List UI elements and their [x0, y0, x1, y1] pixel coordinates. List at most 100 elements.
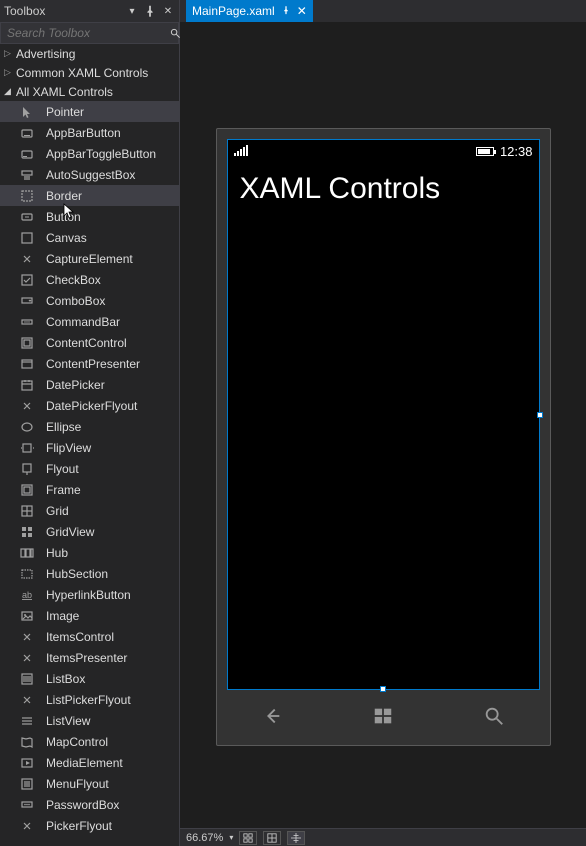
search-nav-icon[interactable] — [483, 705, 505, 730]
category-label: Advertising — [16, 47, 75, 61]
item-label: Ellipse — [46, 420, 81, 434]
designer-statusbar: 66.67% ▾ — [180, 828, 586, 846]
combobox-icon — [18, 293, 36, 309]
listbox-icon — [18, 671, 36, 687]
capture-icon — [18, 818, 36, 834]
content-icon — [18, 335, 36, 351]
toolbox-item-frame[interactable]: Frame — [0, 479, 179, 500]
document-tab-well: MainPage.xaml ✕ — [180, 0, 586, 22]
item-label: ListView — [46, 714, 90, 728]
item-label: ListPickerFlyout — [46, 693, 131, 707]
item-label: ItemsPresenter — [46, 651, 127, 665]
item-label: ComboBox — [46, 294, 105, 308]
toolbox-item-commandbar[interactable]: CommandBar — [0, 311, 179, 332]
toolbox-title: Toolbox — [4, 4, 121, 18]
toolbox-item-pickerflyout[interactable]: PickerFlyout — [0, 815, 179, 836]
toolbox-item-canvas[interactable]: Canvas — [0, 227, 179, 248]
expand-icon: ▷ — [4, 48, 14, 59]
item-label: ItemsControl — [46, 630, 114, 644]
item-label: AppBarToggleButton — [46, 147, 156, 161]
datepicker-icon — [18, 377, 36, 393]
toolbox-item-autosuggestbox[interactable]: AutoSuggestBox — [0, 164, 179, 185]
item-label: DatePicker — [46, 378, 105, 392]
close-icon[interactable]: ✕ — [161, 4, 175, 18]
appbarbutton-icon — [18, 125, 36, 141]
toolbox-item-itemspresenter[interactable]: ItemsPresenter — [0, 647, 179, 668]
resize-handle[interactable] — [537, 412, 543, 418]
category-common-xaml-controls[interactable]: ▷Common XAML Controls — [0, 63, 179, 82]
toolbox-item-contentcontrol[interactable]: ContentControl — [0, 332, 179, 353]
back-icon[interactable] — [261, 705, 283, 730]
toolbox-item-ellipse[interactable]: Ellipse — [0, 416, 179, 437]
toolbox-item-contentpresenter[interactable]: ContentPresenter — [0, 353, 179, 374]
category-advertising[interactable]: ▷Advertising — [0, 44, 179, 63]
toolbox-item-button[interactable]: Button — [0, 206, 179, 227]
canvas-area[interactable]: 12:38 XAML Controls — [180, 22, 586, 828]
snaplines-toggle-button[interactable] — [287, 831, 305, 845]
tab-close-icon[interactable]: ✕ — [297, 4, 307, 18]
capture-icon — [18, 692, 36, 708]
toolbox-item-appbartogglebutton[interactable]: AppBarToggleButton — [0, 143, 179, 164]
item-label: CaptureElement — [46, 252, 133, 266]
toolbox-item-flipview[interactable]: FlipView — [0, 437, 179, 458]
gridview-icon — [18, 524, 36, 540]
item-label: ListBox — [46, 672, 85, 686]
toolbox-item-hub[interactable]: Hub — [0, 542, 179, 563]
toolbox-item-hubsection[interactable]: HubSection — [0, 563, 179, 584]
toolbox-item-itemscontrol[interactable]: ItemsControl — [0, 626, 179, 647]
signal-icon — [234, 146, 248, 156]
search-box[interactable]: ▾ — [0, 22, 179, 44]
grid-toggle-button[interactable] — [239, 831, 257, 845]
item-label: PasswordBox — [46, 798, 119, 812]
toolbox-item-pointer[interactable]: Pointer — [0, 101, 179, 122]
category-all-xaml-controls[interactable]: ◢All XAML Controls — [0, 82, 179, 101]
toolbox-item-passwordbox[interactable]: PasswordBox — [0, 794, 179, 815]
svg-text:ab: ab — [22, 590, 32, 600]
tab-label: MainPage.xaml — [192, 4, 275, 18]
phone-screen[interactable]: 12:38 XAML Controls — [227, 139, 540, 690]
zoom-level[interactable]: 66.67% — [186, 832, 223, 844]
toolbox-item-datepicker[interactable]: DatePicker — [0, 374, 179, 395]
toolbox-item-flyout[interactable]: Flyout — [0, 458, 179, 479]
toolbox-item-datepickerflyout[interactable]: DatePickerFlyout — [0, 395, 179, 416]
autosuggest-icon — [18, 167, 36, 183]
toolbox-titlebar: Toolbox ▾ ✕ — [0, 0, 180, 22]
toolbox-item-checkbox[interactable]: CheckBox — [0, 269, 179, 290]
listview-icon — [18, 713, 36, 729]
toolbox-dropdown-icon[interactable]: ▾ — [125, 4, 139, 18]
map-icon — [18, 734, 36, 750]
toolbox-item-image[interactable]: Image — [0, 605, 179, 626]
toolbox-item-listview[interactable]: ListView — [0, 710, 179, 731]
toolbox-tree[interactable]: ▷Advertising▷Common XAML Controls◢All XA… — [0, 44, 179, 846]
zoom-dropdown-icon[interactable]: ▾ — [229, 833, 233, 842]
selection-handle[interactable] — [380, 686, 386, 692]
toolbox-item-border[interactable]: Border — [0, 185, 179, 206]
item-label: Flyout — [46, 462, 79, 476]
windows-icon[interactable] — [372, 705, 394, 730]
grid-icon — [18, 503, 36, 519]
toolbox-item-gridview[interactable]: GridView — [0, 521, 179, 542]
toolbox-item-listbox[interactable]: ListBox — [0, 668, 179, 689]
toolbox-item-listpickerflyout[interactable]: ListPickerFlyout — [0, 689, 179, 710]
toolbox-item-mediaelement[interactable]: MediaElement — [0, 752, 179, 773]
toolbox-item-grid[interactable]: Grid — [0, 500, 179, 521]
pointer-icon — [18, 104, 36, 120]
toolbox-item-menuflyout[interactable]: MenuFlyout — [0, 773, 179, 794]
ellipse-icon — [18, 419, 36, 435]
capture-icon — [18, 629, 36, 645]
password-icon — [18, 797, 36, 813]
item-label: PickerFlyout — [46, 819, 112, 833]
toolbox-item-combobox[interactable]: ComboBox — [0, 290, 179, 311]
toolbox-item-appbarbutton[interactable]: AppBarButton — [0, 122, 179, 143]
tab-pin-icon[interactable] — [281, 5, 291, 18]
tab-mainpage[interactable]: MainPage.xaml ✕ — [186, 0, 313, 22]
hubsection-icon — [18, 566, 36, 582]
search-input[interactable] — [1, 26, 170, 40]
toolbox-item-mapcontrol[interactable]: MapControl — [0, 731, 179, 752]
item-label: MapControl — [46, 735, 108, 749]
toolbox-item-hyperlinkbutton[interactable]: abHyperlinkButton — [0, 584, 179, 605]
toolbox-item-captureelement[interactable]: CaptureElement — [0, 248, 179, 269]
snap-toggle-button[interactable] — [263, 831, 281, 845]
commandbar-icon — [18, 314, 36, 330]
pin-icon[interactable] — [143, 4, 157, 18]
